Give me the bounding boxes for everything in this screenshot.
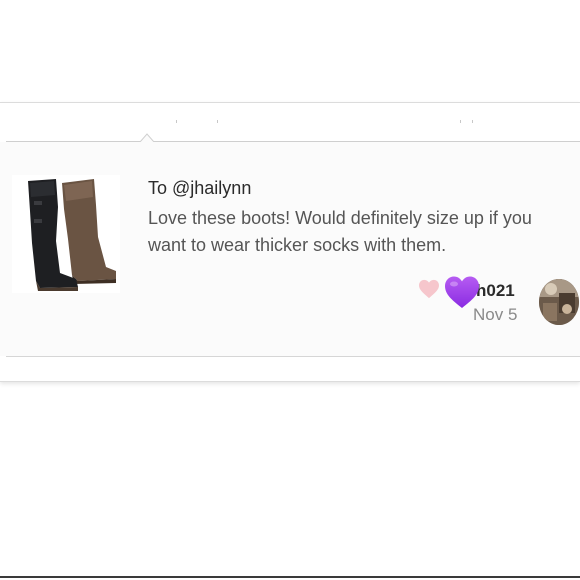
avatar[interactable] xyxy=(539,279,579,325)
comment-card: To @jhailynn Love these boots! Would def… xyxy=(0,102,580,382)
caret-up-icon xyxy=(140,133,154,142)
product-thumbnail[interactable] xyxy=(12,175,120,293)
page: To @jhailynn Love these boots! Would def… xyxy=(0,0,580,580)
bottom-border xyxy=(0,576,580,578)
clipped-text-fragment xyxy=(176,120,177,123)
boots-image xyxy=(12,175,120,293)
purple-heart-emoji-icon xyxy=(445,276,479,308)
clipped-text-fragment xyxy=(460,120,461,123)
avatar-image xyxy=(539,279,579,325)
clipped-text-fragment xyxy=(217,120,218,123)
comment-text: Love these boots! Would definitely size … xyxy=(148,208,532,255)
recipient-line: To @jhailynn xyxy=(148,178,252,198)
commenter-username[interactable]: h021 xyxy=(476,281,515,301)
divider xyxy=(6,356,580,357)
clipped-header-area xyxy=(0,103,580,123)
clipped-text-fragment xyxy=(472,120,473,123)
heart-icon[interactable] xyxy=(418,279,440,299)
comment-date: Nov 5 xyxy=(473,305,518,324)
